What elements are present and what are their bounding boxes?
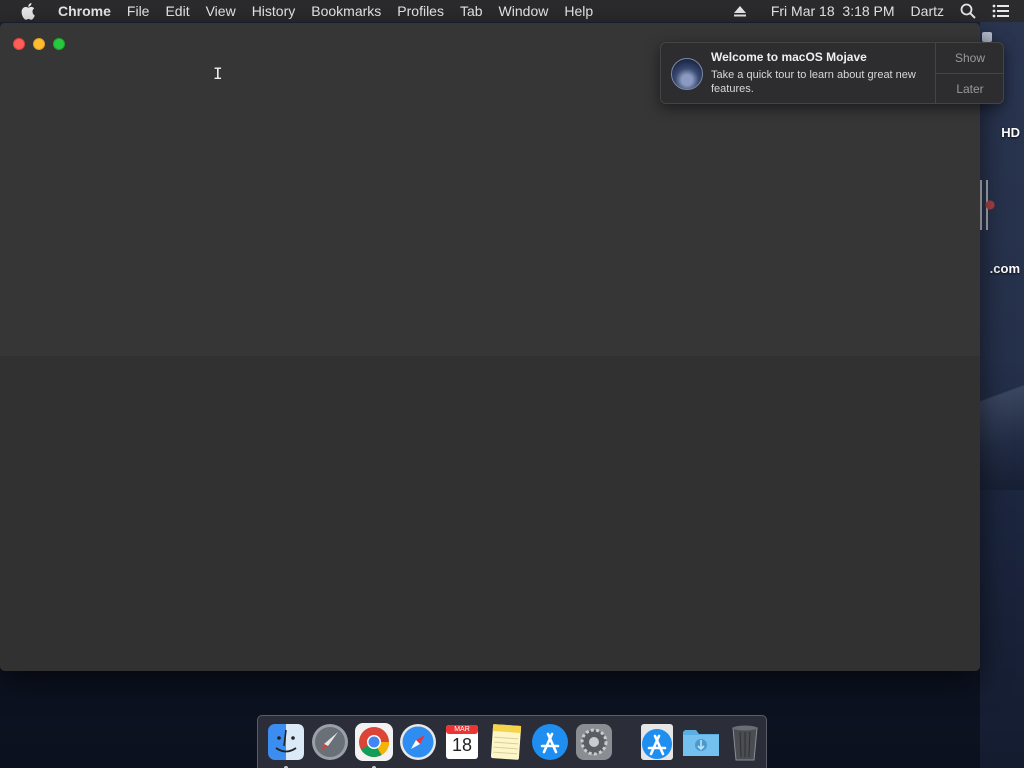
launchpad-rocket-icon: [312, 724, 348, 760]
show-button[interactable]: Show: [936, 43, 1004, 73]
notification-actions: Show Later: [935, 43, 1004, 103]
dock-chrome[interactable]: [354, 722, 394, 768]
app-store-icon: [532, 724, 568, 760]
menu-history[interactable]: History: [244, 0, 304, 22]
dock-downloads-folder[interactable]: [681, 722, 721, 762]
dock-app-store[interactable]: [530, 722, 570, 762]
dock-launchpad[interactable]: [310, 722, 350, 762]
user-name[interactable]: Dartz: [903, 0, 952, 22]
desktop-icon-app[interactable]: [980, 180, 1002, 230]
menu-file[interactable]: File: [119, 0, 158, 22]
notification-title: Welcome to macOS Mojave: [711, 50, 867, 64]
notification-body: Take a quick tour to learn about great n…: [711, 69, 916, 95]
menu-app-chrome[interactable]: Chrome: [54, 0, 119, 22]
menu-edit[interactable]: Edit: [157, 0, 197, 22]
chrome-window[interactable]: I: [0, 23, 980, 671]
clock-datetime[interactable]: Fri Mar 18 3:18 PM: [763, 0, 903, 22]
zoom-window-button[interactable]: [53, 38, 65, 50]
menu-profiles[interactable]: Profiles: [389, 0, 452, 22]
mojave-welcome-notification[interactable]: Welcome to macOS Mojave Take a quick tou…: [660, 42, 1004, 104]
close-window-button[interactable]: [13, 38, 25, 50]
finder-icon: [268, 724, 304, 760]
dock-trash[interactable]: [725, 722, 765, 762]
menu-bar: Chrome File Edit View History Bookmarks …: [0, 0, 1024, 22]
desktop-label-com[interactable]: .com: [990, 261, 1020, 276]
dock-app-store-installer[interactable]: [637, 722, 677, 762]
dock-system-preferences[interactable]: [574, 722, 614, 762]
eject-icon[interactable]: [725, 5, 755, 17]
apple-icon[interactable]: [20, 2, 38, 20]
menu-tab[interactable]: Tab: [452, 0, 491, 22]
menu-extras: Fri Mar 18 3:18 PM Dartz: [725, 0, 1024, 22]
text-cursor-icon: I: [213, 64, 223, 83]
gear-icon: [576, 724, 612, 760]
window-lower-pane: [0, 356, 980, 671]
menu-bookmarks[interactable]: Bookmarks: [303, 0, 389, 22]
dock-safari[interactable]: [398, 722, 438, 762]
app-store-download-icon: [641, 724, 673, 760]
chrome-icon: [355, 723, 393, 761]
safari-compass-icon: [400, 724, 436, 760]
desktop-icon-partial[interactable]: [982, 32, 992, 42]
notification-center-icon[interactable]: [984, 4, 1018, 18]
trash-icon: [732, 725, 758, 761]
calendar-month: MAR: [454, 726, 470, 733]
dock-finder[interactable]: [266, 722, 306, 768]
later-button[interactable]: Later: [936, 73, 1004, 103]
minimize-window-button[interactable]: [33, 38, 45, 50]
menu-view[interactable]: View: [198, 0, 244, 22]
spotlight-search-icon[interactable]: [952, 3, 984, 19]
downloads-folder-icon: [683, 730, 719, 756]
macos-mojave-icon: [671, 58, 703, 90]
menu-window[interactable]: Window: [491, 0, 557, 22]
calendar-day: 18: [451, 735, 473, 755]
dock: MAR 18: [257, 715, 767, 768]
wallpaper-mountain: [980, 330, 1024, 490]
notes-icon: [490, 724, 522, 760]
dock-calendar[interactable]: MAR 18: [442, 722, 482, 762]
menu-help[interactable]: Help: [556, 0, 601, 22]
dock-notes[interactable]: [486, 722, 526, 762]
desktop-label-hd[interactable]: HD: [1001, 125, 1020, 140]
